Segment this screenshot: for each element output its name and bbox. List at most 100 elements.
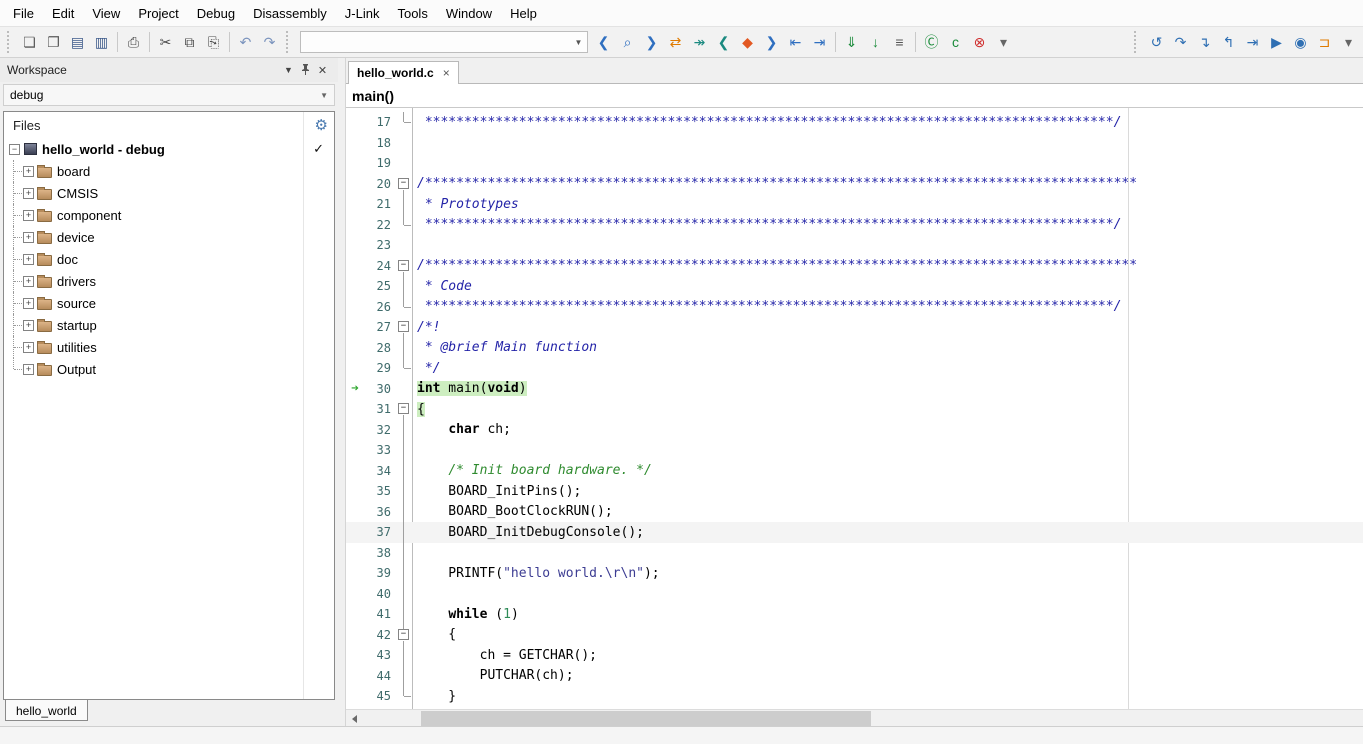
code-line-33[interactable]: 33 [346, 440, 1363, 461]
settings-gear-icon[interactable]: ⚙ [315, 116, 328, 134]
quick-search-combo[interactable]: ▼ [300, 31, 588, 53]
tree-item-doc[interactable]: +doc [4, 248, 334, 270]
code-line-34[interactable]: 34 /* Init board hardware. */ [346, 461, 1363, 482]
search-next-button[interactable]: ❯ [640, 31, 663, 54]
menu-help[interactable]: Help [501, 2, 546, 25]
workspace-config-dropdown[interactable]: debug ▼ [3, 84, 335, 106]
tree-item-board[interactable]: +board [4, 160, 334, 182]
search-previous-button[interactable]: ❮ [592, 31, 615, 54]
paste-button[interactable]: ⎘ [202, 31, 225, 54]
new-document-button[interactable]: ❏ [18, 31, 41, 54]
print-button[interactable]: ⎙ [122, 31, 145, 54]
download-and-debug-button[interactable]: ⇓ [840, 31, 863, 54]
code-line-20[interactable]: 20−/************************************… [346, 174, 1363, 195]
combo-dropdown-button[interactable]: ▼ [570, 32, 587, 52]
tree-item-source[interactable]: +source [4, 292, 334, 314]
code-line-40[interactable]: 40 [346, 584, 1363, 605]
code-line-35[interactable]: 35 BOARD_InitPins(); [346, 481, 1363, 502]
code-line-24[interactable]: 24−/************************************… [346, 256, 1363, 277]
step-over-button[interactable]: ↷ [1169, 31, 1192, 54]
fold-toggle[interactable]: − [398, 321, 409, 332]
code-line-42[interactable]: 42− { [346, 625, 1363, 646]
tree-item-cmsis[interactable]: +CMSIS [4, 182, 334, 204]
code-line-36[interactable]: 36 BOARD_BootClockRUN(); [346, 502, 1363, 523]
code-line-38[interactable]: 38 [346, 543, 1363, 564]
open-file-button[interactable]: ❐ [42, 31, 65, 54]
show-disassembly-button[interactable]: ≡ [888, 31, 911, 54]
stop-build-button[interactable]: ⊗ [968, 31, 991, 54]
tree-expand-toggle[interactable]: − [9, 144, 20, 155]
tree-item-project[interactable]: −hello_world - debug✓ [4, 138, 334, 160]
menu-file[interactable]: File [4, 2, 43, 25]
function-selector-bar[interactable]: main() [346, 84, 1363, 108]
tree-expand-toggle[interactable]: + [23, 342, 34, 353]
code-line-21[interactable]: 21 * Prototypes [346, 194, 1363, 215]
tree-expand-toggle[interactable]: + [23, 276, 34, 287]
c-spy-go-source-button[interactable]: Ⓒ [920, 31, 943, 54]
code-line-23[interactable]: 23 [346, 235, 1363, 256]
code-line-17[interactable]: 17 *************************************… [346, 112, 1363, 133]
menu-view[interactable]: View [83, 2, 129, 25]
tree-expand-toggle[interactable]: + [23, 188, 34, 199]
tree-expand-toggle[interactable]: + [23, 210, 34, 221]
redo-button[interactable]: ↷ [258, 31, 281, 54]
code-line-19[interactable]: 19 [346, 153, 1363, 174]
code-line-27[interactable]: 27−/*! [346, 317, 1363, 338]
code-line-39[interactable]: 39 PRINTF("hello world.\r\n"); [346, 563, 1363, 584]
code-line-28[interactable]: 28 * @brief Main function [346, 338, 1363, 359]
menu-project[interactable]: Project [129, 2, 187, 25]
stop-debugging-button[interactable]: ⊐ [1313, 31, 1336, 54]
search-button[interactable]: ⌕ [616, 31, 639, 54]
toolbar-options-button[interactable]: ▾ [992, 31, 1015, 54]
debug-without-downloading-button[interactable]: ↓ [864, 31, 887, 54]
fold-toggle[interactable]: − [398, 403, 409, 414]
code-line-41[interactable]: 41 while (1) [346, 604, 1363, 625]
workspace-tab-hello-world[interactable]: hello_world [5, 699, 88, 721]
scroll-left-button[interactable] [346, 710, 363, 727]
next-statement-button[interactable]: ⇥ [1241, 31, 1264, 54]
fold-toggle[interactable]: − [398, 178, 409, 189]
menu-disassembly[interactable]: Disassembly [244, 2, 336, 25]
step-into-button[interactable]: ↴ [1193, 31, 1216, 54]
menu-tools[interactable]: Tools [388, 2, 436, 25]
tree-expand-toggle[interactable]: + [23, 298, 34, 309]
code-line-31[interactable]: 31−{ [346, 399, 1363, 420]
code-line-25[interactable]: 25 * Code [346, 276, 1363, 297]
code-line-45[interactable]: 45 } [346, 686, 1363, 707]
editor-tab-hello-world-c[interactable]: hello_world.c × [348, 61, 459, 84]
save-all-button[interactable]: ▥ [90, 31, 113, 54]
tree-expand-toggle[interactable]: + [23, 364, 34, 375]
tree-item-drivers[interactable]: +drivers [4, 270, 334, 292]
menu-edit[interactable]: Edit [43, 2, 83, 25]
save-button[interactable]: ▤ [66, 31, 89, 54]
tree-item-component[interactable]: +component [4, 204, 334, 226]
tree-item-output[interactable]: +Output [4, 358, 334, 380]
tree-expand-toggle[interactable]: + [23, 320, 34, 331]
cut-button[interactable]: ✂ [154, 31, 177, 54]
break-button[interactable]: ◉ [1289, 31, 1312, 54]
workspace-menu-icon[interactable]: ▼ [280, 65, 297, 75]
copy-button[interactable]: ⧉ [178, 31, 201, 54]
horizontal-scrollbar-thumb[interactable] [421, 711, 871, 726]
undo-button[interactable]: ↶ [234, 31, 257, 54]
code-line-37[interactable]: 37 BOARD_InitDebugConsole(); [346, 522, 1363, 543]
tab-close-icon[interactable]: × [443, 66, 450, 80]
debug-toolbar-options-button[interactable]: ▾ [1337, 31, 1360, 54]
toggle-source-browser-button[interactable]: ⇄ [664, 31, 687, 54]
previous-bookmark-button[interactable]: ⇤ [784, 31, 807, 54]
horizontal-scrollbar[interactable] [346, 709, 1363, 726]
menu-window[interactable]: Window [437, 2, 501, 25]
code-line-22[interactable]: 22 *************************************… [346, 215, 1363, 236]
toggle-breakpoint-button[interactable]: ◆ [736, 31, 759, 54]
go-to-button[interactable]: ↠ [688, 31, 711, 54]
step-out-button[interactable]: ↰ [1217, 31, 1240, 54]
navigate-forward-button[interactable]: ❯ [760, 31, 783, 54]
search-combo-input[interactable] [301, 33, 570, 51]
tree-expand-toggle[interactable]: + [23, 166, 34, 177]
close-icon[interactable]: ✕ [314, 64, 331, 77]
tree-expand-toggle[interactable]: + [23, 254, 34, 265]
code-editor[interactable]: 17 *************************************… [346, 108, 1363, 709]
code-line-18[interactable]: 18 [346, 133, 1363, 154]
compile-button[interactable]: c [944, 31, 967, 54]
tree-expand-toggle[interactable]: + [23, 232, 34, 243]
